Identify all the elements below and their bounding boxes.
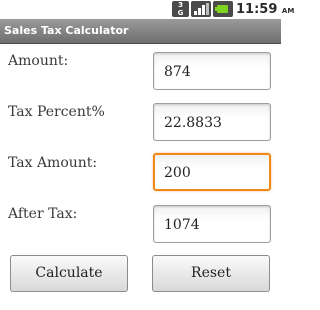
clock-time: 11:59	[236, 2, 278, 17]
app-title: Sales Tax Calculator	[4, 24, 129, 37]
tax-percent-field[interactable]: 22.8833	[153, 103, 271, 141]
status-clock: 11:59 AM	[236, 1, 294, 18]
calculate-button[interactable]: Calculate	[10, 255, 128, 292]
app-screen: 3 G 11:59 AM Sales Tax Calculator Amount…	[0, 0, 294, 310]
after-tax-label: After Tax:	[8, 206, 78, 222]
signal-icon	[191, 1, 211, 17]
status-bar: 3 G 11:59 AM	[0, 0, 294, 19]
tax-amount-label: Tax Amount:	[8, 155, 98, 171]
network-type-bottom: G	[177, 9, 184, 17]
tax-amount-field[interactable]: 200	[153, 153, 271, 191]
3g-icon: 3 G	[172, 1, 189, 17]
tax-percent-label: Tax Percent%	[8, 104, 105, 120]
network-type-top: 3	[178, 1, 183, 9]
battery-icon	[213, 1, 233, 17]
amount-label: Amount:	[8, 53, 69, 69]
amount-field[interactable]: 874	[153, 52, 271, 90]
after-tax-field[interactable]: 1074	[153, 205, 271, 243]
reset-button[interactable]: Reset	[152, 255, 270, 292]
clock-ampm: AM	[281, 7, 295, 15]
title-bar: Sales Tax Calculator	[0, 19, 281, 44]
